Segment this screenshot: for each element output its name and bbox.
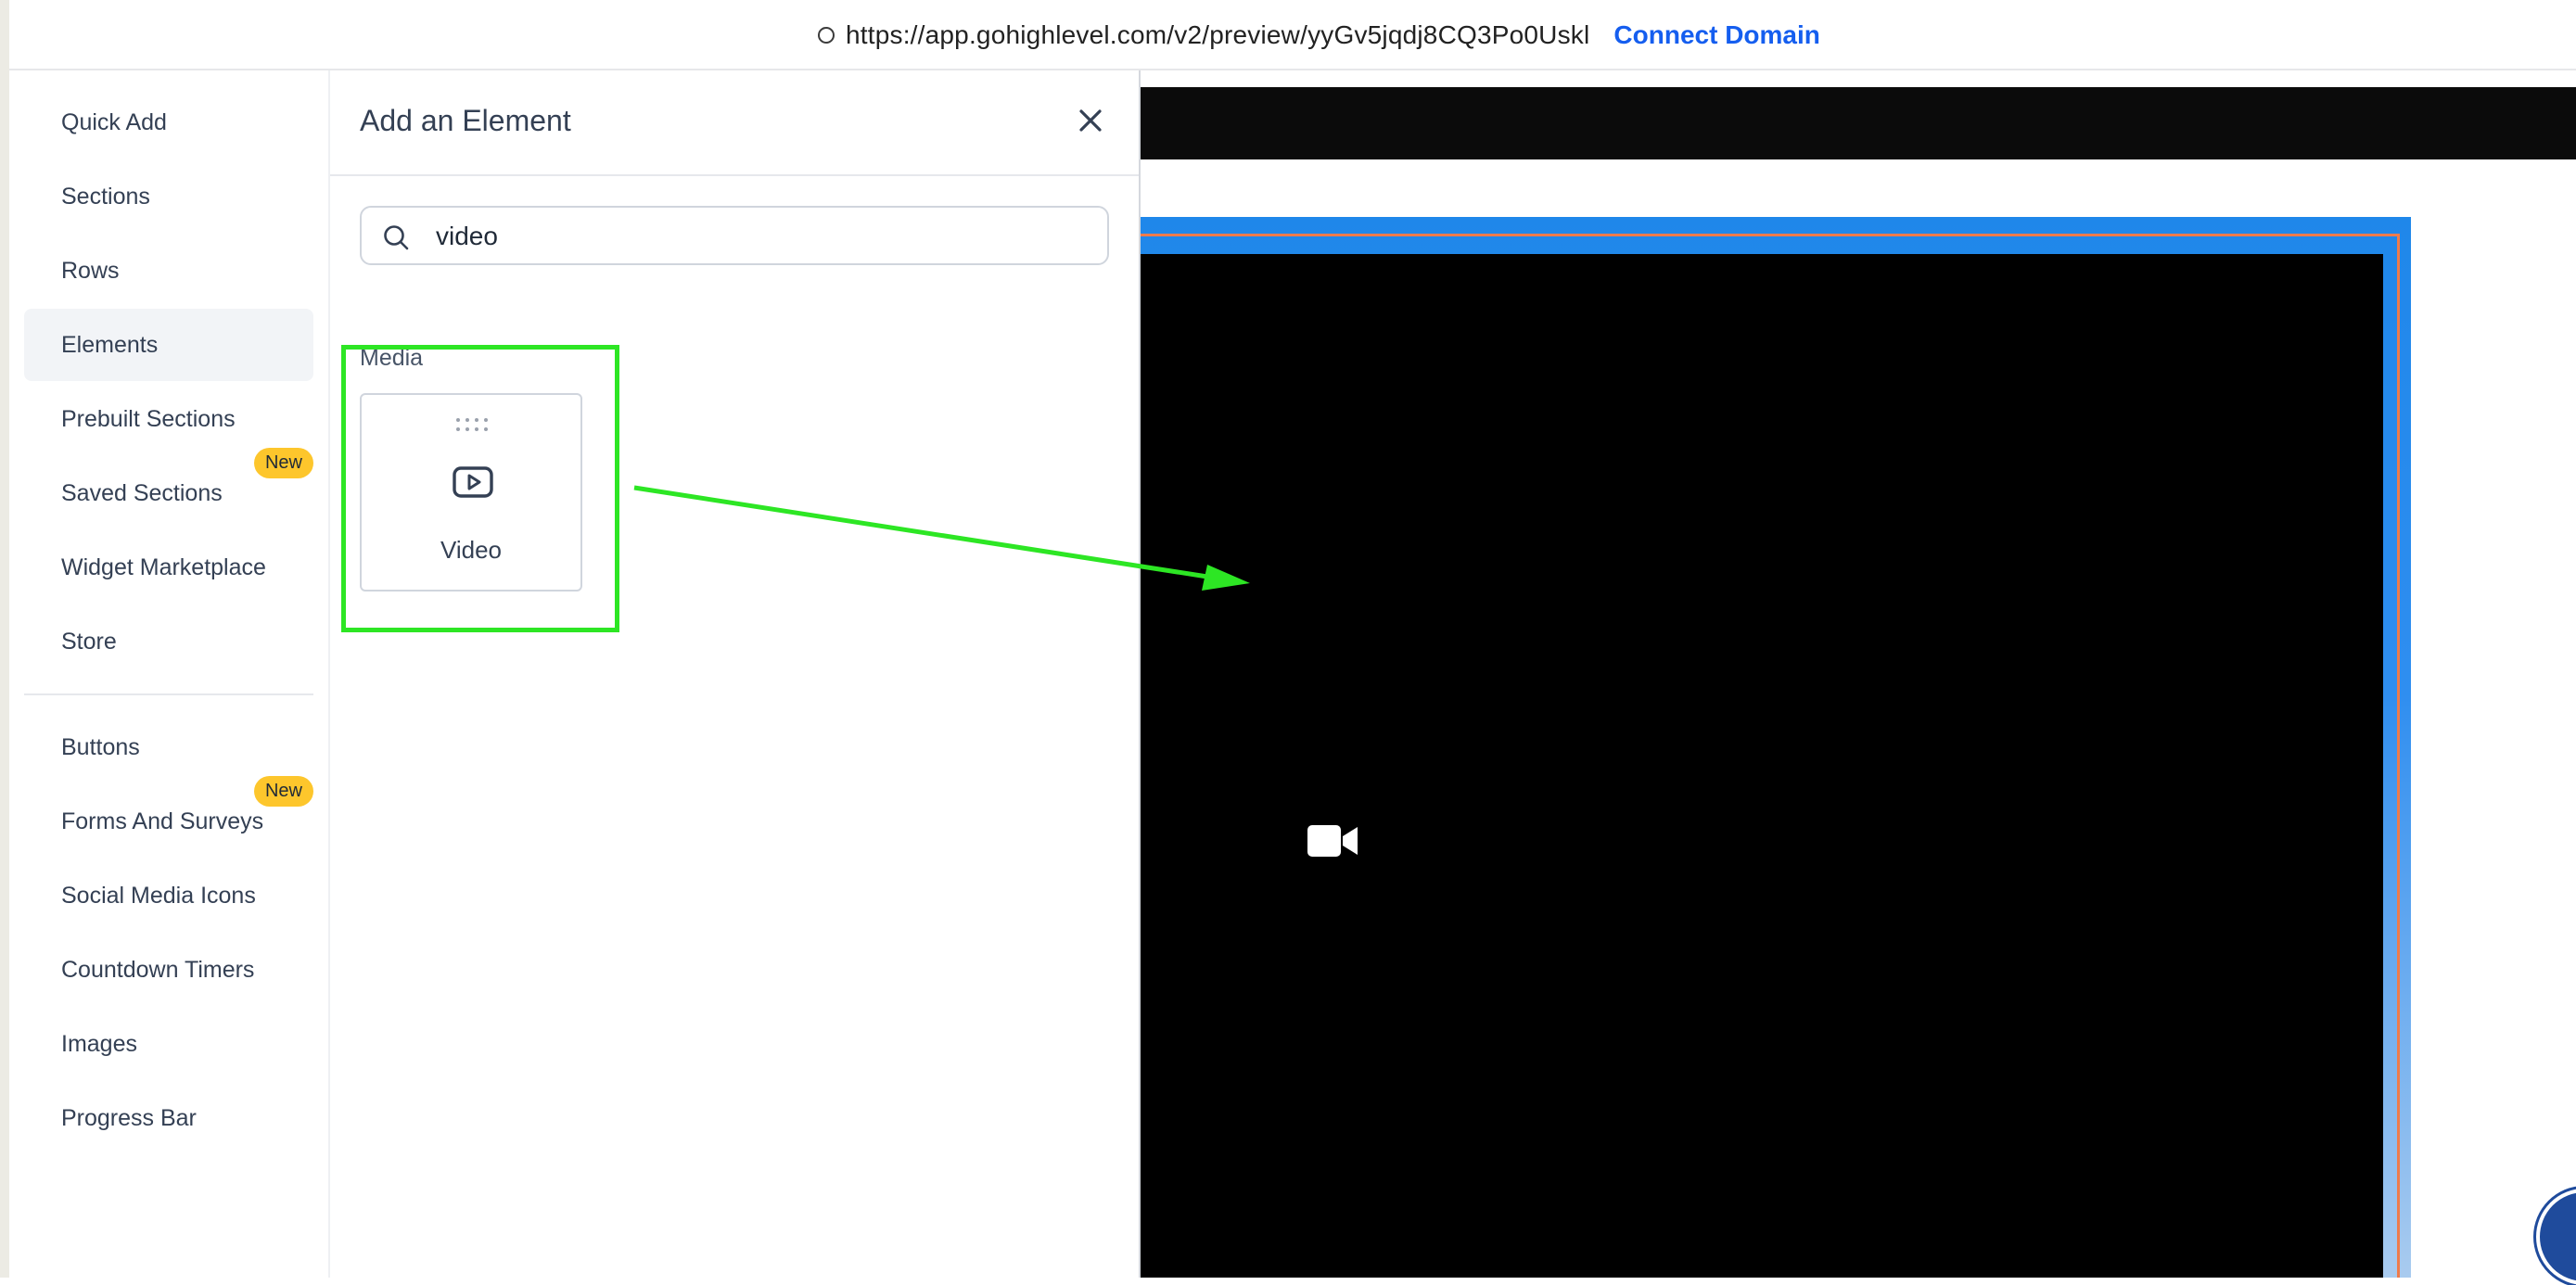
sidebar-item-sections[interactable]: Sections [24, 160, 313, 233]
sidebar-item-label: Forms And Surveys [61, 808, 264, 834]
video-camera-icon [1307, 825, 1358, 857]
sidebar-item-store[interactable]: Store [24, 605, 313, 678]
sidebar-item-quick-add[interactable]: Quick Add [24, 86, 313, 159]
sidebar-item-buttons[interactable]: Buttons [24, 711, 313, 783]
sidebar-item-label: Quick Add [61, 108, 167, 135]
highlight-box [341, 345, 619, 632]
search-input[interactable] [434, 219, 1087, 254]
sidebar-item-images[interactable]: Images [24, 1008, 313, 1080]
page-canvas [1141, 70, 2576, 1285]
sidebar-item-label: Countdown Timers [61, 956, 255, 983]
sidebar-item-label: Social Media Icons [61, 882, 256, 909]
video-drop-area[interactable] [1141, 254, 2383, 1278]
add-element-panel: Add an Element Media Video [330, 70, 1141, 1278]
search-icon [384, 225, 409, 250]
sidebar-item-prebuilt-sections[interactable]: Prebuilt Sections [24, 383, 313, 455]
sidebar-divider [24, 693, 313, 695]
sidebar-item-label: Images [61, 1030, 137, 1057]
sidebar-item-label: Sections [61, 183, 150, 210]
sidebar-item-progress-bar[interactable]: Progress Bar [24, 1082, 313, 1154]
sidebar-item-rows[interactable]: Rows [24, 235, 313, 307]
sidebar-item-label: Elements [61, 331, 159, 358]
sidebar-item-label: Progress Bar [61, 1104, 197, 1131]
panel-title: Add an Element [360, 104, 571, 137]
url-text[interactable]: https://app.gohighlevel.com/v2/preview/y… [846, 20, 1589, 50]
url-wrap: https://app.gohighlevel.com/v2/preview/y… [818, 17, 1820, 54]
sidebar: Quick Add Sections Rows Elements Prebuil… [9, 70, 330, 1278]
sidebar-item-label: Buttons [61, 733, 140, 760]
connect-domain-link[interactable]: Connect Domain [1613, 20, 1819, 50]
sidebar-item-saved-sections[interactable]: Saved Sections New [24, 448, 313, 529]
new-badge: New [253, 448, 313, 478]
sidebar-item-countdown-timers[interactable]: Countdown Timers [24, 934, 313, 1006]
help-widget-button[interactable] [2536, 1189, 2576, 1285]
sidebar-item-label: Rows [61, 257, 120, 284]
sidebar-item-label: Store [61, 628, 117, 655]
sidebar-item-social-media-icons[interactable]: Social Media Icons [24, 859, 313, 932]
sidebar-item-label: Widget Marketplace [61, 553, 266, 580]
search-box[interactable] [360, 206, 1109, 265]
close-icon[interactable] [1076, 106, 1105, 135]
sidebar-item-elements[interactable]: Elements [24, 309, 313, 381]
address-bar: https://app.gohighlevel.com/v2/preview/y… [9, 0, 2576, 70]
new-badge: New [253, 776, 313, 807]
sidebar-item-label: Saved Sections [61, 479, 223, 506]
canvas-header-bar [1141, 87, 2576, 159]
site-info-icon[interactable] [818, 27, 835, 44]
sidebar-item-forms-and-surveys[interactable]: Forms And Surveys New [24, 776, 313, 858]
sidebar-item-widget-marketplace[interactable]: Widget Marketplace [24, 531, 313, 604]
sidebar-item-label: Prebuilt Sections [61, 405, 236, 432]
panel-header: Add an Element [330, 70, 1139, 176]
